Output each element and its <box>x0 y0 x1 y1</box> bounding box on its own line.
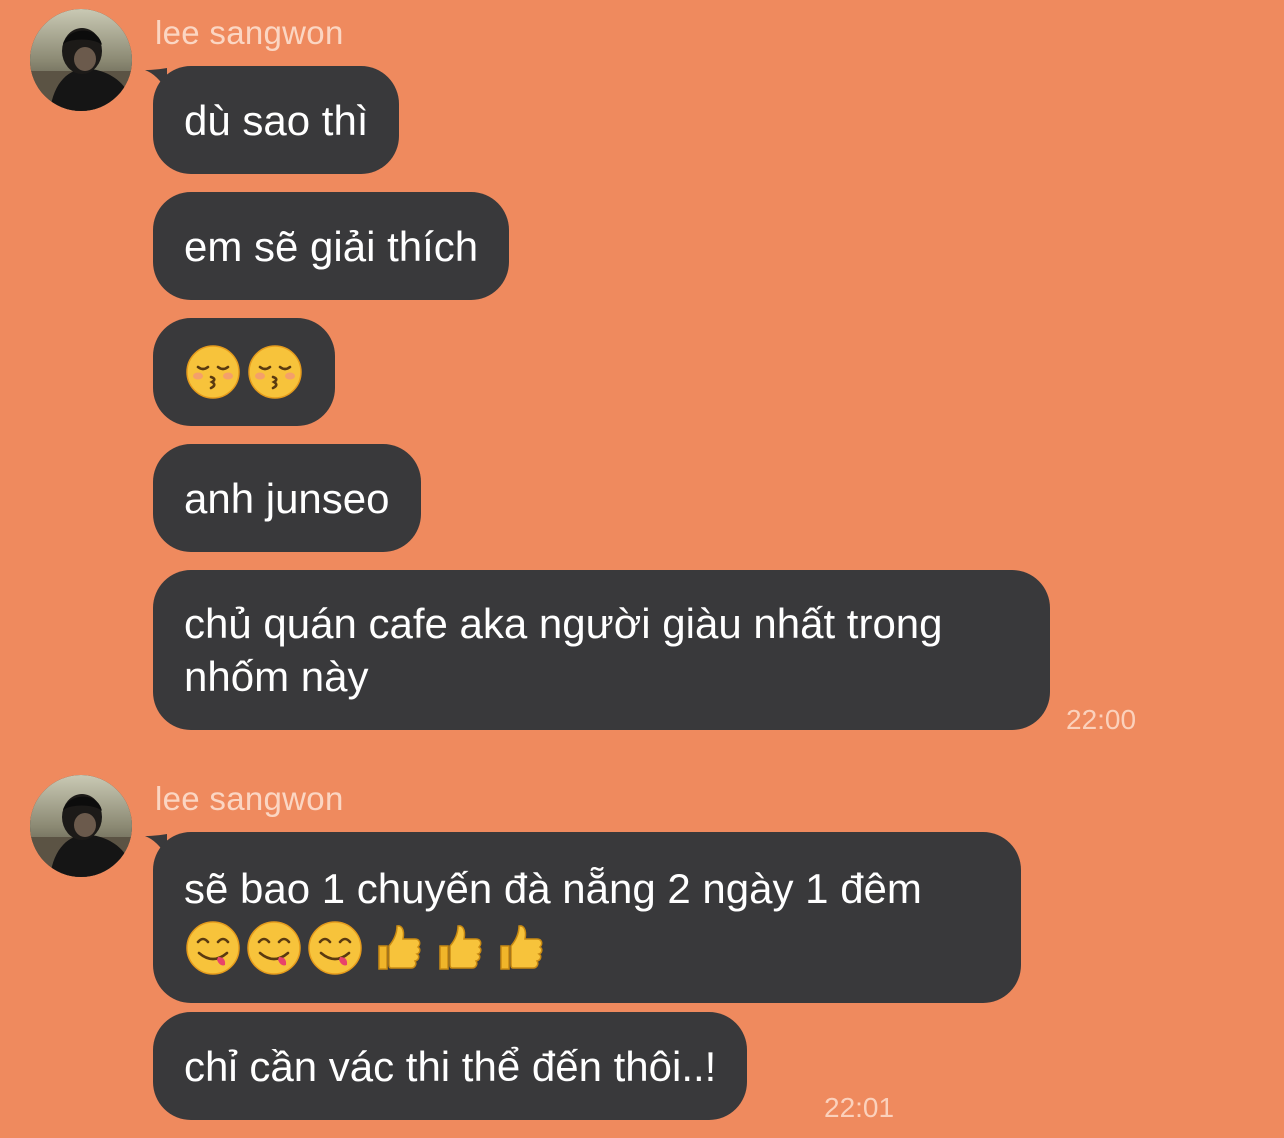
message-text-line: chủ quán cafe aka người giàu nhất trong <box>184 600 943 647</box>
kissing-face-with-closed-eyes-icon <box>184 343 242 401</box>
message-text: anh junseo <box>184 474 390 522</box>
face-savoring-food-icon <box>306 919 364 977</box>
message-bubble[interactable]: dù sao thì <box>153 66 400 174</box>
face-savoring-food-icon <box>184 919 242 977</box>
sender-avatar[interactable] <box>30 9 132 111</box>
message-timestamp: 22:01 <box>824 1092 895 1123</box>
face-savoring-food-icon <box>245 919 303 977</box>
thumbs-up-icon <box>428 919 486 977</box>
message-bubble[interactable]: chỉ cần vác thi thể đến thôi..! <box>153 1012 748 1120</box>
message-text-line: sẽ bao 1 chuyến đà nẵng 2 ngày 1 đêm <box>184 865 922 912</box>
thumbs-up-icon <box>489 919 547 977</box>
message-timestamp: 22:00 <box>1066 704 1137 735</box>
sender-name: lee sangwon <box>155 14 344 51</box>
kissing-face-with-closed-eyes-icon <box>246 343 304 401</box>
sender-name: lee sangwon <box>155 780 344 817</box>
message-text: dù sao thì <box>184 96 369 144</box>
message-bubble[interactable]: em sẽ giải thích <box>153 192 510 300</box>
sender-avatar[interactable] <box>30 775 132 877</box>
message-text: chỉ cần vác thi thể đến thôi..! <box>184 1042 717 1090</box>
message-bubble[interactable]: chủ quán cafe aka người giàu nhất trong … <box>153 570 1050 730</box>
message-bubble[interactable]: anh junseo <box>153 444 421 552</box>
message-text: em sẽ giải thích <box>184 222 479 270</box>
emoji-message-bubble[interactable] <box>153 318 335 426</box>
message-text-line: nhốm này <box>184 653 369 700</box>
message-bubble[interactable]: sẽ bao 1 chuyến đà nẵng 2 ngày 1 đêm <box>153 832 1021 1003</box>
thumbs-up-icon <box>367 919 425 977</box>
